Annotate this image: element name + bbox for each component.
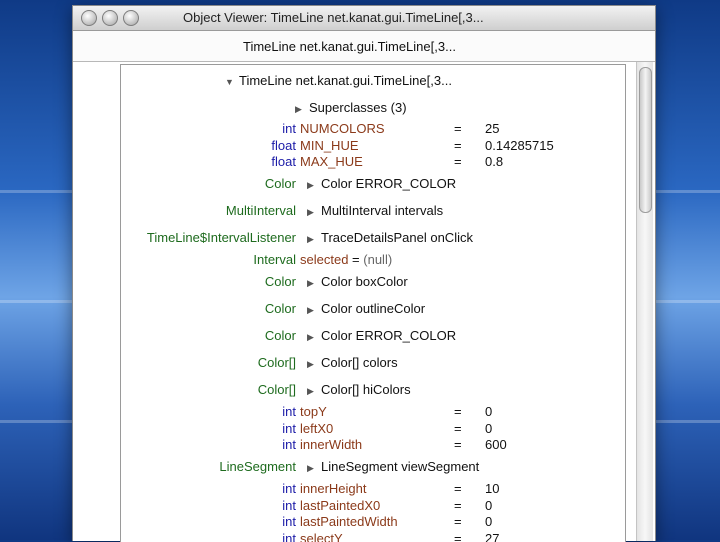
equals-sign: = bbox=[454, 437, 462, 452]
tree-node-viewsegment[interactable]: ▶ LineSegment viewSegment bbox=[307, 459, 479, 476]
triangle-right-icon[interactable]: ▶ bbox=[307, 303, 321, 318]
field-value: 25 bbox=[485, 121, 500, 136]
field-type: TimeLine$IntervalListener bbox=[146, 230, 296, 245]
field-name: innerHeight bbox=[300, 481, 367, 496]
field-name: selectY bbox=[300, 531, 343, 542]
field-type: Color[] bbox=[257, 382, 296, 397]
tree-node-onclick[interactable]: ▶ TraceDetailsPanel onClick bbox=[307, 230, 473, 247]
equals-sign: = bbox=[454, 498, 462, 513]
field-value: 10 bbox=[485, 481, 500, 496]
triangle-right-icon[interactable]: ▶ bbox=[307, 205, 321, 220]
field-type: int bbox=[282, 481, 296, 496]
triangle-right-icon[interactable]: ▶ bbox=[307, 384, 321, 399]
field-type: MultiInterval bbox=[225, 203, 296, 218]
field-type: int bbox=[282, 404, 296, 419]
triangle-down-icon[interactable]: ▼ bbox=[225, 75, 239, 90]
triangle-right-icon[interactable]: ▶ bbox=[295, 102, 309, 117]
tree-node-outlinecolor[interactable]: ▶ Color outlineColor bbox=[307, 301, 425, 318]
field-type: float bbox=[271, 138, 296, 153]
equals-sign: = bbox=[454, 531, 462, 542]
field-type: int bbox=[282, 531, 296, 542]
field-type: Color[] bbox=[257, 355, 296, 370]
field-value: 0 bbox=[485, 404, 493, 419]
field-value: 0 bbox=[485, 498, 493, 513]
field-name: MAX_HUE bbox=[300, 154, 363, 169]
triangle-right-icon[interactable]: ▶ bbox=[307, 330, 321, 345]
field-type: Interval bbox=[253, 252, 296, 267]
field-name: NUMCOLORS bbox=[300, 121, 385, 136]
object-header: TimeLine net.kanat.gui.TimeLine[,3... bbox=[73, 31, 655, 62]
field-type: Color bbox=[264, 328, 296, 343]
field-name: leftX0 bbox=[300, 421, 334, 436]
field-type: int bbox=[282, 437, 296, 452]
field-value: 27 bbox=[485, 531, 500, 542]
field-value: 600 bbox=[485, 437, 507, 452]
field-type: int bbox=[282, 498, 296, 513]
close-button[interactable] bbox=[81, 10, 97, 26]
field-name: innerWidth bbox=[300, 437, 363, 452]
scrollbar-thumb[interactable] bbox=[639, 67, 652, 213]
triangle-right-icon[interactable]: ▶ bbox=[307, 461, 321, 476]
equals-sign: = bbox=[454, 138, 462, 153]
equals-sign: = bbox=[454, 481, 462, 496]
vertical-scrollbar[interactable] bbox=[636, 62, 653, 541]
field-type: Color bbox=[264, 301, 296, 316]
object-tree-panel: ▼ TimeLine net.kanat.gui.TimeLine[,3... ▶… bbox=[120, 64, 626, 542]
tree-node-boxcolor[interactable]: ▶ Color boxColor bbox=[307, 274, 408, 291]
triangle-right-icon[interactable]: ▶ bbox=[307, 357, 321, 372]
minimize-button[interactable] bbox=[102, 10, 118, 26]
equals-sign: = bbox=[454, 514, 462, 529]
window-title: Object Viewer: TimeLine net.kanat.gui.Ti… bbox=[183, 10, 484, 25]
field-value: 0.8 bbox=[485, 154, 504, 169]
field-value: 0.14285715 bbox=[485, 138, 554, 153]
tree-node-hicolors[interactable]: ▶ Color[] hiColors bbox=[307, 382, 411, 399]
triangle-right-icon[interactable]: ▶ bbox=[307, 178, 321, 193]
superclasses-node[interactable]: ▶ Superclasses (3) bbox=[295, 100, 407, 117]
equals-sign: = bbox=[454, 421, 462, 436]
field-type: int bbox=[282, 121, 296, 136]
tree-node-error-color[interactable]: ▶ Color ERROR_COLOR bbox=[307, 328, 456, 345]
triangle-right-icon[interactable]: ▶ bbox=[307, 232, 321, 247]
zoom-button[interactable] bbox=[123, 10, 139, 26]
equals-sign: = bbox=[454, 121, 462, 136]
field-type: float bbox=[271, 154, 296, 169]
field-name: topY bbox=[300, 404, 327, 419]
tree-node-colors[interactable]: ▶ Color[] colors bbox=[307, 355, 398, 372]
field-type: int bbox=[282, 421, 296, 436]
field-selected: selected = (null) bbox=[300, 252, 393, 267]
field-name: MIN_HUE bbox=[300, 138, 359, 153]
tree-root[interactable]: ▼ TimeLine net.kanat.gui.TimeLine[,3... bbox=[225, 73, 452, 90]
object-viewer-window: Object Viewer: TimeLine net.kanat.gui.Ti… bbox=[72, 5, 656, 542]
tree-node-error-color[interactable]: ▶ Color ERROR_COLOR bbox=[307, 176, 456, 193]
field-type: int bbox=[282, 514, 296, 529]
field-type: Color bbox=[264, 176, 296, 191]
field-value: 0 bbox=[485, 421, 493, 436]
field-value: 0 bbox=[485, 514, 493, 529]
tree-node-intervals[interactable]: ▶ MultiInterval intervals bbox=[307, 203, 443, 220]
triangle-right-icon[interactable]: ▶ bbox=[307, 276, 321, 291]
field-type: LineSegment bbox=[219, 459, 296, 474]
title-bar[interactable]: Object Viewer: TimeLine net.kanat.gui.Ti… bbox=[73, 6, 655, 31]
object-header-label: TimeLine net.kanat.gui.TimeLine[,3... bbox=[243, 39, 456, 54]
equals-sign: = bbox=[454, 154, 462, 169]
equals-sign: = bbox=[454, 404, 462, 419]
field-type: Color bbox=[264, 274, 296, 289]
field-name: lastPaintedX0 bbox=[300, 498, 381, 513]
field-name: lastPaintedWidth bbox=[300, 514, 398, 529]
